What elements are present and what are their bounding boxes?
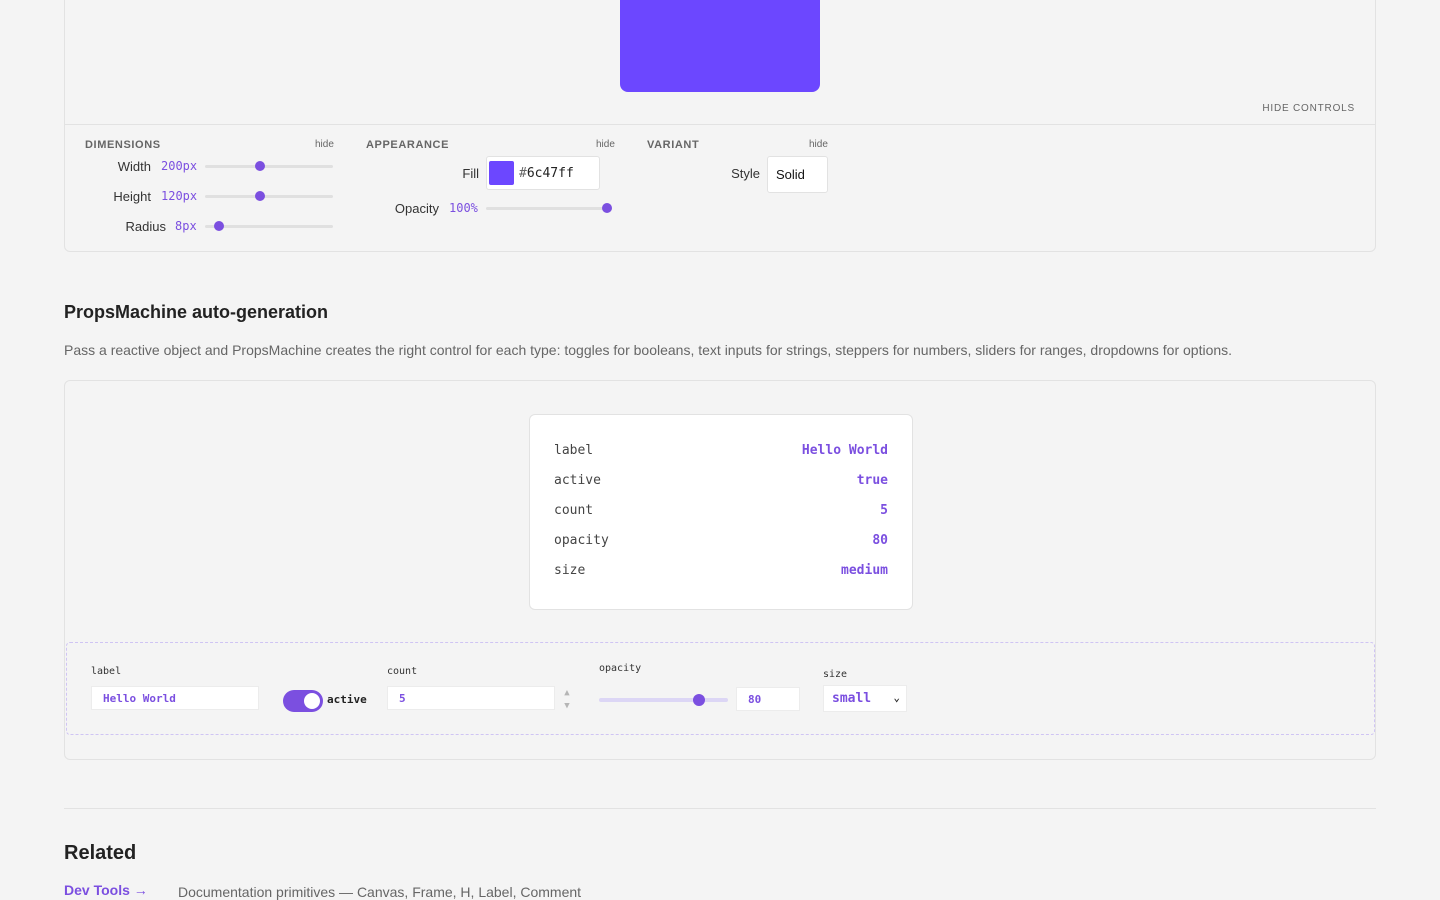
stepper-down-icon[interactable]: ▼: [562, 700, 572, 713]
width-slider-knob[interactable]: [254, 161, 265, 171]
prop-row: size medium: [554, 563, 888, 583]
section-description: Pass a reactive object and PropsMachine …: [64, 342, 1233, 358]
variant-hide-button[interactable]: hide: [809, 139, 828, 150]
radius-slider[interactable]: [205, 221, 333, 231]
dev-tools-link[interactable]: Dev Tools →: [64, 882, 148, 898]
related-title: Related: [64, 842, 137, 864]
opacity-caption: opacity: [599, 663, 642, 674]
width-slider[interactable]: [205, 161, 333, 171]
controls-divider: [65, 124, 1375, 125]
stepper-up-icon[interactable]: ▲: [562, 687, 572, 700]
prop-value: true: [856, 473, 888, 488]
height-slider[interactable]: [205, 191, 333, 201]
label-caption: label: [91, 666, 122, 677]
prop-row: count 5: [554, 503, 888, 523]
width-value: 200px: [161, 159, 198, 173]
count-caption: count: [387, 666, 418, 677]
prop-value: medium: [841, 563, 888, 578]
active-label: active: [327, 693, 367, 706]
label-input[interactable]: Hello World: [91, 686, 259, 710]
propsmachine-card: label Hello World active true count 5 op…: [64, 380, 1376, 760]
radius-control: Radius 8px: [85, 219, 335, 235]
generated-controls-panel: label Hello World active count 5 ▲ ▼ opa…: [66, 642, 1375, 735]
height-control: Height 120px: [85, 189, 335, 205]
style-label: Style: [731, 166, 760, 181]
height-value: 120px: [161, 189, 198, 203]
prop-value: 80: [872, 533, 888, 548]
opacity-slider[interactable]: [486, 203, 612, 213]
radius-slider-knob[interactable]: [214, 221, 225, 231]
opacity-range-slider[interactable]: [599, 694, 728, 706]
height-slider-knob[interactable]: [254, 191, 265, 201]
size-caption: size: [823, 669, 848, 680]
fill-input[interactable]: #6c47ff: [486, 156, 600, 190]
prop-key: count: [554, 503, 594, 518]
dimensions-hide-button[interactable]: hide: [315, 139, 334, 150]
dimensions-heading: DIMENSIONS: [85, 139, 161, 151]
prop-value: 5: [880, 503, 888, 518]
count-input[interactable]: 5: [387, 686, 555, 710]
size-select[interactable]: small ⌄: [823, 685, 907, 712]
style-select[interactable]: Solid: [767, 156, 828, 193]
hide-controls-button[interactable]: HIDE CONTROLS: [1262, 103, 1355, 114]
width-control: Width 200px: [85, 159, 335, 175]
radius-value: 8px: [175, 219, 197, 233]
related-description: Documentation primitives — Canvas, Frame…: [178, 884, 582, 900]
size-select-value: small: [832, 691, 872, 706]
opacity-range-knob[interactable]: [693, 694, 705, 706]
count-stepper[interactable]: ▲ ▼: [562, 687, 572, 713]
section-divider: [64, 808, 1376, 809]
opacity-slider-knob[interactable]: [602, 203, 612, 213]
chevron-down-icon: ⌄: [893, 691, 900, 704]
active-toggle-knob: [304, 693, 320, 709]
fill-text: #6c47ff: [519, 166, 574, 181]
props-table: label Hello World active true count 5 op…: [529, 414, 913, 610]
prop-row: active true: [554, 473, 888, 493]
variant-heading: VARIANT: [647, 139, 700, 151]
opacity-control: Opacity 100%: [366, 201, 616, 217]
width-label: Width: [117, 159, 151, 174]
opacity-number-input[interactable]: 80: [736, 687, 800, 711]
active-toggle[interactable]: [283, 690, 323, 712]
fill-value: 6c47ff: [526, 166, 574, 181]
preview-box: [620, 0, 820, 92]
prop-row: label Hello World: [554, 443, 888, 463]
appearance-hide-button[interactable]: hide: [596, 139, 615, 150]
prop-row: opacity 80: [554, 533, 888, 553]
opacity-label: Opacity: [394, 201, 439, 216]
fill-label: Fill: [462, 166, 479, 181]
section-title: PropsMachine auto-generation: [64, 302, 329, 322]
height-label: Height: [113, 189, 151, 204]
prop-key: size: [554, 563, 586, 578]
prop-value: Hello World: [801, 443, 888, 458]
prop-key: label: [554, 443, 594, 458]
canvas-card: HIDE CONTROLS DIMENSIONS hide Width 200p…: [64, 0, 1376, 252]
prop-key: opacity: [554, 533, 609, 548]
prop-key: active: [554, 473, 601, 488]
radius-label: Radius: [125, 219, 166, 234]
appearance-heading: APPEARANCE: [366, 139, 450, 151]
fill-hash: #: [519, 166, 527, 181]
fill-swatch[interactable]: [489, 161, 514, 185]
opacity-value: 100%: [449, 201, 478, 215]
